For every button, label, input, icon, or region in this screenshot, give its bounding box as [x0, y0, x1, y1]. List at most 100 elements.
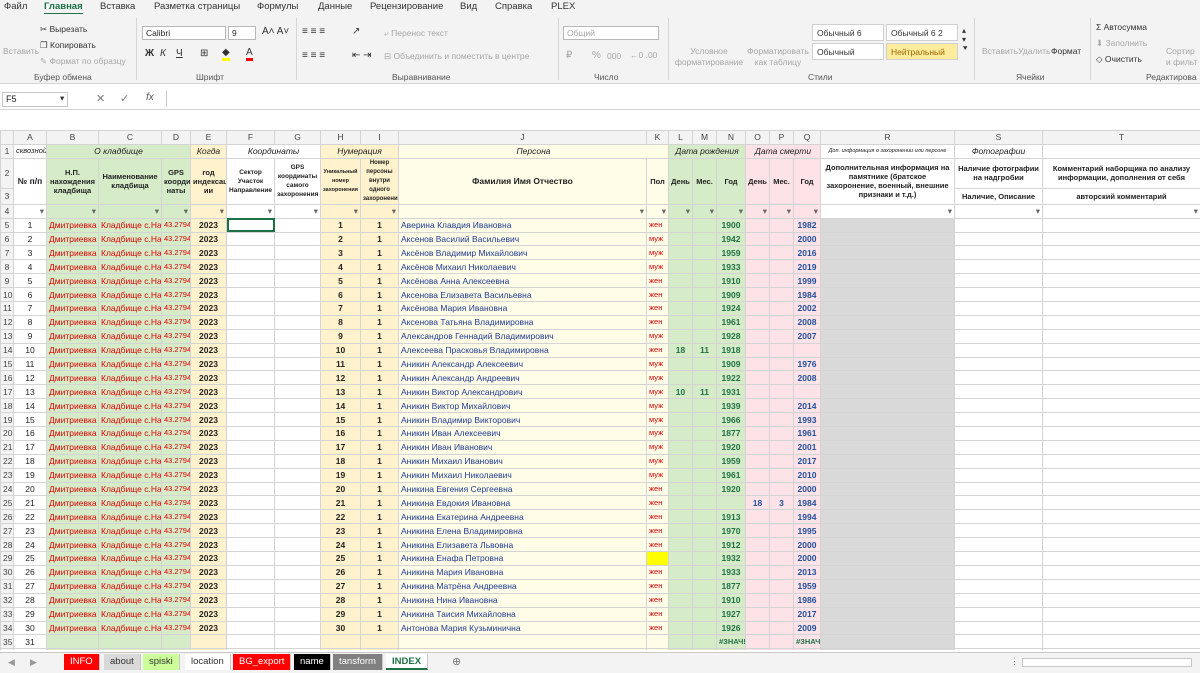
death-year-error-cell[interactable]: #ЗНАЧ!	[793, 648, 821, 650]
section-header-a[interactable]: сквозной	[13, 143, 47, 159]
death-day-cell[interactable]	[745, 231, 770, 247]
filter-dropdown-icon[interactable]: ▾	[184, 206, 188, 216]
gps-cell[interactable]: 43.27943	[161, 481, 191, 497]
format-as-table-button[interactable]: Форматировать как таблицу	[746, 46, 810, 68]
death-year-cell[interactable]	[793, 342, 821, 358]
birth-year-cell[interactable]: 1877	[716, 426, 746, 441]
birth-year-cell[interactable]: 1918	[716, 342, 746, 358]
death-year-cell[interactable]: 1984	[793, 287, 821, 303]
gps-cell[interactable]: 43.27943	[161, 537, 191, 553]
death-month-cell[interactable]	[769, 217, 794, 233]
year-cell[interactable]: 2023	[190, 564, 227, 580]
person-number-cell[interactable]: 1	[360, 356, 399, 372]
empty-cell[interactable]	[646, 648, 669, 650]
year-cell[interactable]: 2023	[190, 328, 227, 344]
empty-cell[interactable]	[226, 634, 275, 650]
sector-cell[interactable]	[226, 606, 275, 622]
section-header-e[interactable]: Когда	[190, 143, 227, 159]
empty-cell[interactable]	[646, 634, 669, 650]
death-day-cell[interactable]	[745, 245, 770, 261]
extra-info-cell[interactable]	[820, 314, 955, 330]
photo-cell[interactable]	[954, 245, 1043, 261]
font-grow-button[interactable]: A˄ A˅	[262, 26, 289, 37]
empty-cell[interactable]	[190, 648, 227, 650]
seq-number[interactable]: 23	[13, 523, 47, 539]
year-cell[interactable]: 2023	[190, 384, 227, 400]
seq-number[interactable]: 22	[13, 509, 47, 525]
birth-month-cell[interactable]	[692, 523, 717, 539]
extra-info-cell[interactable]	[820, 245, 955, 261]
sex-cell[interactable]: жен	[646, 592, 669, 608]
death-month-cell[interactable]	[769, 592, 794, 608]
gps-cell[interactable]: 43.27943	[161, 426, 191, 441]
birth-month-cell[interactable]	[692, 259, 717, 275]
extra-info-cell[interactable]	[820, 467, 955, 483]
village-cell[interactable]: Дмитриевка	[46, 217, 99, 233]
wrap-text-button[interactable]: ⤶ Перенос текст	[384, 28, 448, 39]
seq-number[interactable]: 11	[13, 356, 47, 372]
person-number-cell[interactable]: 1	[360, 551, 399, 566]
gps-cell[interactable]: 43.27943	[161, 439, 191, 455]
filter-dropdown-icon[interactable]: ▾	[1036, 206, 1040, 216]
gps-cell[interactable]: 43.27943	[161, 467, 191, 483]
gps-cell[interactable]: 43.27943	[161, 217, 191, 233]
birth-year-cell[interactable]: 1970	[716, 523, 746, 539]
row-header[interactable]: 30	[0, 564, 14, 580]
seq-number[interactable]: 2	[13, 231, 47, 247]
gps-cell[interactable]: 43.27943	[161, 301, 191, 316]
village-cell[interactable]: Дмитриевка	[46, 495, 99, 511]
section-header-l[interactable]: Дата рождения	[668, 143, 746, 159]
section-header-s[interactable]: Фотографии	[954, 143, 1043, 159]
sex-cell[interactable]: жен	[646, 314, 669, 330]
cemetery-cell[interactable]: Кладбище с.Назар	[98, 384, 162, 400]
birth-day-cell[interactable]	[668, 273, 693, 289]
extra-info-cell[interactable]	[820, 634, 955, 650]
comment-cell[interactable]	[1042, 301, 1200, 316]
photo-cell[interactable]	[954, 301, 1043, 316]
extra-info-cell[interactable]	[820, 301, 955, 316]
extra-info-cell[interactable]	[820, 231, 955, 247]
birth-month-cell[interactable]	[692, 620, 717, 636]
year-cell[interactable]: 2023	[190, 259, 227, 275]
comment-cell[interactable]	[1042, 467, 1200, 483]
birth-day-cell[interactable]	[668, 606, 693, 622]
align-top-icon[interactable]: ≡ ≡ ≡	[302, 26, 325, 37]
gps-cell[interactable]: 43.27943	[161, 509, 191, 525]
column-header[interactable]: F	[226, 130, 275, 145]
grave-gps-cell[interactable]	[274, 217, 321, 233]
column-title-s2[interactable]: Наличие, Описание	[954, 187, 1043, 205]
death-month-cell[interactable]: 3	[769, 495, 794, 511]
column-title-c[interactable]: Наименование кладбища	[98, 157, 162, 205]
sex-cell[interactable]: жен	[646, 217, 669, 233]
cemetery-cell[interactable]: Кладбище с.Назар	[98, 578, 162, 594]
cemetery-cell[interactable]: Кладбище с.Назар	[98, 606, 162, 622]
year-cell[interactable]: 2023	[190, 245, 227, 261]
person-number-cell[interactable]: 1	[360, 467, 399, 483]
gps-cell[interactable]: 43.27943	[161, 356, 191, 372]
cemetery-cell[interactable]: Кладбище с.Назар	[98, 453, 162, 469]
column-title-l[interactable]: День	[668, 157, 693, 205]
photo-cell[interactable]	[954, 217, 1043, 233]
death-month-cell[interactable]	[769, 564, 794, 580]
birth-year-cell[interactable]: 1920	[716, 481, 746, 497]
section-header-r[interactable]: Доп. информация о захоронении или персон…	[820, 143, 955, 159]
death-month-cell[interactable]	[769, 231, 794, 247]
village-cell[interactable]: Дмитриевка	[46, 453, 99, 469]
year-cell[interactable]: 2023	[190, 537, 227, 553]
cemetery-cell[interactable]: Кладбище с.Назар	[98, 509, 162, 525]
grave-number-cell[interactable]: 17	[320, 439, 361, 455]
filter-dropdown-icon[interactable]: ▾	[155, 206, 159, 216]
village-cell[interactable]: Дмитриевка	[46, 259, 99, 275]
gps-cell[interactable]: 43.27943	[161, 398, 191, 414]
birth-year-cell[interactable]: 1926	[716, 620, 746, 636]
birth-month-cell[interactable]	[692, 467, 717, 483]
birth-year-cell[interactable]: 1922	[716, 370, 746, 386]
filter-dropdown-icon[interactable]: ▾	[354, 206, 358, 216]
birth-day-cell[interactable]	[668, 245, 693, 261]
cemetery-cell[interactable]: Кладбище с.Назар	[98, 412, 162, 428]
village-cell[interactable]: Дмитриевка	[46, 287, 99, 303]
row-header[interactable]: 21	[0, 439, 14, 455]
year-cell[interactable]: 2023	[190, 523, 227, 539]
village-cell[interactable]: Дмитриевка	[46, 578, 99, 594]
birth-month-cell[interactable]	[692, 592, 717, 608]
